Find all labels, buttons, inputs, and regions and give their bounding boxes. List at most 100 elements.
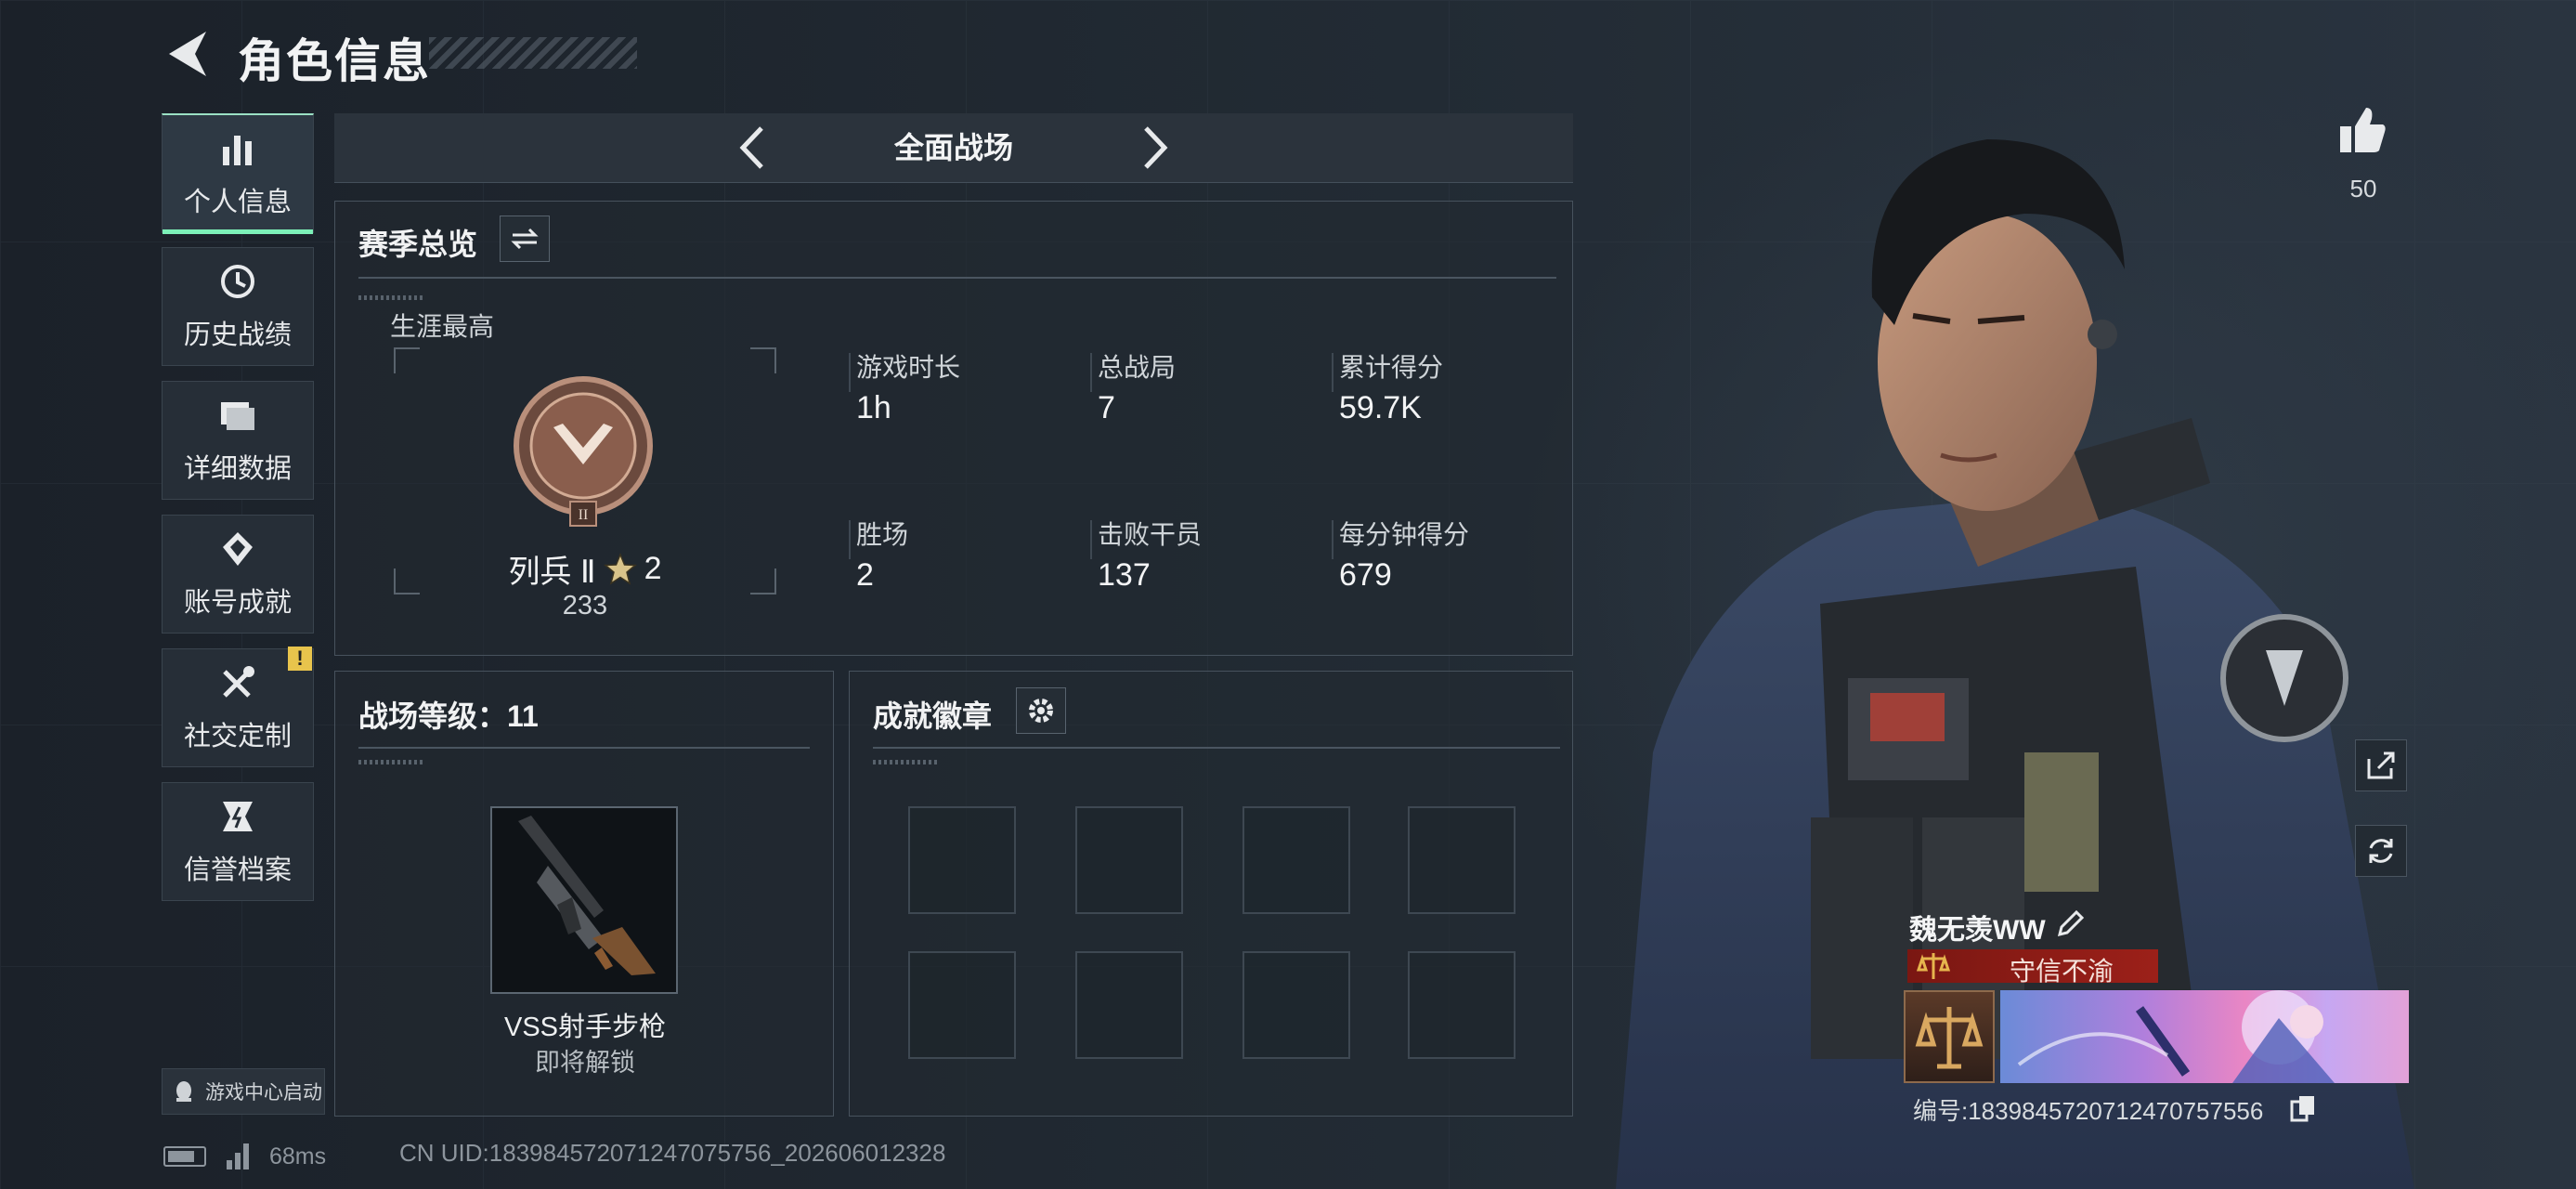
weapon-card[interactable] [490,806,678,994]
badges-title: 成就徽章 [873,699,993,733]
stat-value-score-per-minute: 679 [1339,557,1392,593]
scales-emblem-icon [1915,1007,1984,1069]
warning-badge: ! [288,647,312,671]
weapon-status: 即将解锁 [535,1049,635,1077]
divider [849,520,851,559]
like-count: 50 [2349,175,2377,203]
achievement-icon [223,532,253,566]
stat-value-playtime: 1h [856,390,891,425]
uid-text: CN UID:1839845720712470757​56_2026060123… [399,1139,946,1167]
sidebar-item-label: 信誉档案 [183,856,292,885]
emblem-card[interactable] [1904,990,1995,1083]
stat-value-kills: 137 [1098,557,1151,593]
thumbs-up-icon[interactable] [2336,104,2388,156]
badge-settings-button[interactable] [1016,687,1066,734]
edit-icon[interactable] [2054,908,2086,940]
badge-slot[interactable] [908,951,1016,1059]
rank-line: 列兵 Ⅱ 2 [501,546,669,592]
sidebar-item-personal-info[interactable]: 个人信息 [162,113,314,234]
badge-slot[interactable] [908,806,1016,914]
divider [358,277,1556,279]
frame-corner [394,568,420,594]
anime-banner-art [2017,990,2335,1083]
divider [358,747,810,749]
divider [1090,353,1092,392]
ping-text: 68ms [269,1143,327,1169]
frame-corner [750,568,776,594]
rank-stars: 2 [644,551,662,586]
mode-switcher: 全面战场 [334,113,1573,183]
divider [1332,353,1334,392]
badge-slot[interactable] [1408,806,1516,914]
folder-icon [221,402,254,430]
stat-label-score-per-minute: 每分钟得分 [1339,520,1470,549]
page-title: 角色信息 [238,35,431,87]
game-center-launch-button[interactable]: 游戏中心启动 [162,1068,325,1115]
scales-icon [1916,953,1951,979]
share-icon [2367,751,2395,779]
frame-corner [750,347,776,373]
swap-icon [511,228,539,250]
honor-title: 守信不渝 [2009,957,2114,986]
star-icon [603,552,637,585]
stat-value-total-score: 59.7K [1339,390,1422,425]
mode-label: 全面战场 [893,131,1013,164]
gear-icon [1029,699,1053,723]
stat-label-playtime: 游戏时长 [856,353,961,382]
prev-mode-arrow-icon[interactable] [728,123,778,173]
divider [849,353,851,392]
badge-slot[interactable] [1408,951,1516,1059]
title-decoration [429,37,637,69]
refresh-icon [2369,839,2393,863]
launch-label: 游戏中心启动 [205,1082,322,1104]
career-best-label: 生涯最高 [390,312,495,341]
rifle-icon [518,816,656,975]
badge-slot[interactable] [1075,951,1183,1059]
divider [1332,520,1334,559]
sidebar-item-label: 历史战绩 [183,320,292,350]
sidebar-item-achievements[interactable]: 账号成就 [162,515,314,634]
player-id: 编号:1839845720712470757556 [1913,1097,2264,1125]
share-button[interactable] [2355,739,2407,791]
switch-season-button[interactable] [500,216,550,262]
bar-chart-icon [223,136,252,165]
divider [1090,520,1092,559]
sidebar-item-details[interactable]: 详细数据 [162,381,314,500]
badge-slot[interactable] [1075,806,1183,914]
credit-icon [223,802,253,831]
stat-label-matches: 总战局 [1098,353,1177,382]
decor-code [873,760,938,764]
stat-value-matches: 7 [1098,390,1115,425]
sidebar-item-credit[interactable]: 信誉档案 [162,782,314,901]
frame-corner [394,347,420,373]
rank-name: 列兵 Ⅱ [508,555,596,590]
profile-banner[interactable] [2000,990,2409,1083]
decor-code [358,760,423,764]
player-name: 魏无羡WW [1909,915,2046,946]
copy-icon[interactable] [2290,1094,2316,1122]
signal-icon [227,1143,249,1169]
rank-points: 233 [562,591,608,621]
back-arrow-icon[interactable] [163,28,210,80]
sidebar-item-label: 账号成就 [183,588,292,618]
next-mode-arrow-icon[interactable] [1129,123,1179,173]
season-overview-title: 赛季总览 [358,228,478,261]
status-bar: 68ms [163,1141,326,1172]
stat-label-kills: 击败干员 [1098,520,1203,549]
stat-value-wins: 2 [856,557,874,593]
stat-label-total-score: 累计得分 [1339,353,1444,382]
sidebar-item-history[interactable]: 历史战绩 [162,247,314,366]
sidebar-item-label: 详细数据 [183,454,292,484]
refresh-button[interactable] [2355,825,2407,877]
stat-label-wins: 胜场 [856,520,909,549]
rank-badge-icon: II [514,376,653,527]
history-icon [221,265,254,298]
battle-level-title: 战场等级：11 [358,699,539,733]
decor-code [358,295,423,300]
badge-slot[interactable] [1242,806,1350,914]
qq-icon [176,1081,191,1102]
rank-roman: II [579,507,589,523]
badge-slot[interactable] [1242,951,1350,1059]
battery-icon [163,1146,206,1167]
divider [873,747,1560,749]
